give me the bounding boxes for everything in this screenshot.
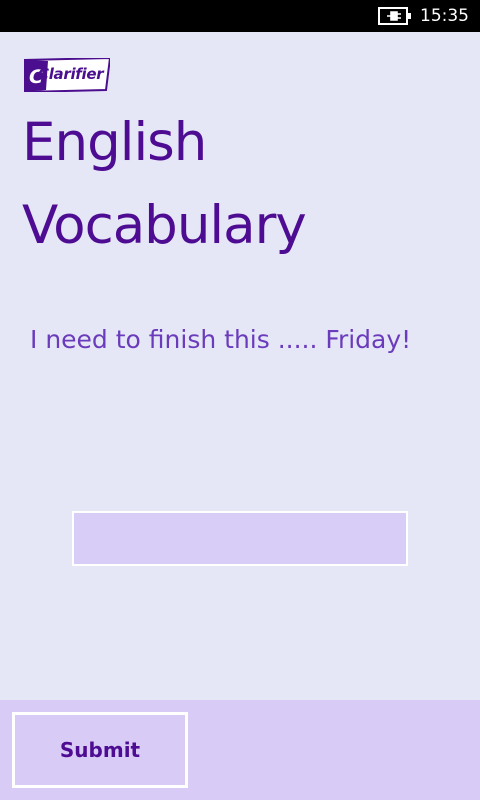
status-clock: 15:35 (420, 6, 469, 26)
page-title-line-2: Vocabulary (22, 195, 307, 256)
app-bar: Submit (0, 700, 480, 800)
question-text: I need to finish this ..... Friday! (30, 325, 412, 354)
battery-charging-icon (378, 7, 411, 25)
status-bar: 15:35 (0, 0, 480, 32)
submit-button[interactable]: Submit (12, 712, 188, 788)
page-title-line-1: English (22, 112, 207, 173)
logo-wordmark: Clarifier (38, 65, 104, 83)
answer-input[interactable] (72, 511, 408, 566)
